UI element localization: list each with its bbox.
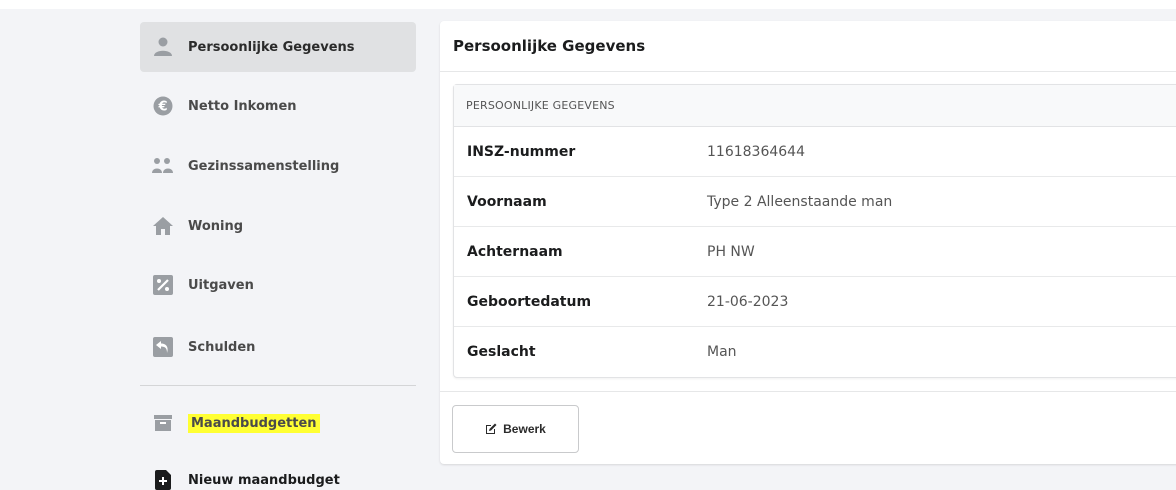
- field-value: Man: [707, 344, 737, 360]
- sidebar-item-woning[interactable]: Woning: [140, 201, 416, 251]
- home-icon: [152, 215, 174, 237]
- sidebar-item-label: Nieuw maandbudget: [188, 472, 340, 488]
- edit-button[interactable]: Bewerk: [452, 405, 579, 453]
- edit-icon: [485, 423, 497, 435]
- sidebar-item-label: Gezinssamenstelling: [188, 158, 340, 174]
- euro-icon: €: [152, 95, 174, 117]
- field-label: INSZ-nummer: [467, 143, 576, 160]
- new-budget-button[interactable]: Nieuw maandbudget: [140, 455, 416, 490]
- footer-divider: [440, 391, 1176, 392]
- field-label: Geslacht: [467, 344, 536, 360]
- page-title: Persoonlijke Gegevens: [440, 21, 1176, 72]
- sidebar-item-label: Netto Inkomen: [188, 98, 297, 114]
- table-row: Geslacht Man: [454, 327, 1176, 377]
- personal-details-panel: PERSOONLIJKE GEGEVENS INSZ-nummer 116183…: [453, 84, 1176, 378]
- sidebar-item-label: Schulden: [188, 339, 256, 355]
- debt-icon: [152, 336, 174, 358]
- section-header: PERSOONLIJKE GEGEVENS: [454, 85, 1176, 127]
- table-row: Voornaam Type 2 Alleenstaande man: [454, 177, 1176, 227]
- field-label: Geboortedatum: [467, 293, 592, 310]
- sidebar-item-label: Woning: [188, 218, 244, 234]
- sidebar-item-gezinssamenstelling[interactable]: Gezinssamenstelling: [140, 141, 416, 191]
- field-value: PH NW: [707, 243, 755, 260]
- svg-text:€: €: [157, 100, 167, 115]
- sidebar-item-label: Persoonlijke Gegevens: [188, 39, 355, 55]
- users-icon: [152, 155, 174, 177]
- sidebar-item-netto-inkomen[interactable]: € Netto Inkomen: [140, 81, 416, 131]
- top-strip: [0, 0, 1176, 9]
- field-label: Voornaam: [467, 193, 547, 210]
- table-row: INSZ-nummer 11618364644: [454, 127, 1176, 177]
- sidebar-item-maandbudgetten[interactable]: Maandbudgetten: [140, 398, 416, 448]
- sidebar-item-persoonlijke-gegevens[interactable]: Persoonlijke Gegevens: [140, 22, 416, 72]
- field-value: Type 2 Alleenstaande man: [707, 193, 893, 210]
- sidebar-item-schulden[interactable]: Schulden: [140, 322, 416, 372]
- personal-details-card: Persoonlijke Gegevens PERSOONLIJKE GEGEV…: [440, 21, 1176, 464]
- edit-button-label: Bewerk: [503, 422, 546, 436]
- field-value: 21-06-2023: [707, 293, 789, 310]
- sidebar-divider: [140, 385, 416, 386]
- percent-receipt-icon: [152, 274, 174, 296]
- sidebar-item-label: Uitgaven: [188, 277, 254, 293]
- sidebar-item-uitgaven[interactable]: Uitgaven: [140, 260, 416, 310]
- table-row: Achternaam PH NW: [454, 227, 1176, 277]
- archive-icon: [152, 412, 174, 434]
- field-label: Achternaam: [467, 243, 563, 260]
- add-file-icon: [152, 469, 174, 490]
- sidebar-item-label: Maandbudgetten: [188, 413, 320, 433]
- table-row: Geboortedatum 21-06-2023: [454, 277, 1176, 327]
- user-icon: [152, 36, 174, 58]
- field-value: 11618364644: [707, 143, 805, 160]
